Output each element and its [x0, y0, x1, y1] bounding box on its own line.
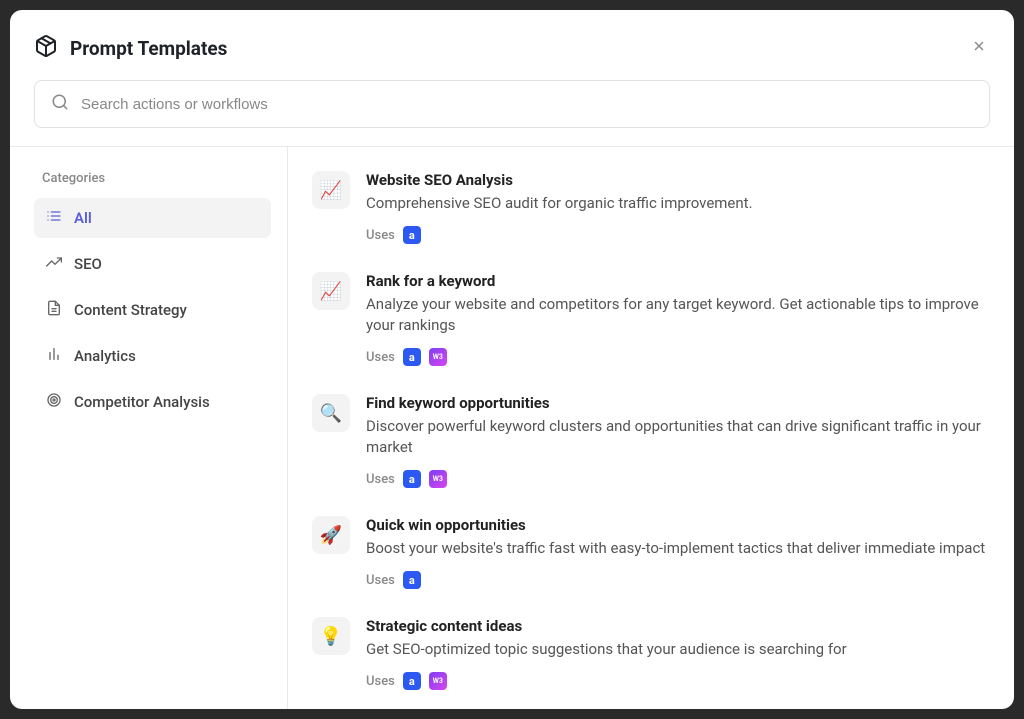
template-description: Get SEO-optimized topic suggestions that…: [366, 639, 990, 660]
template-icon: 🔍: [312, 394, 350, 432]
template-body: Website SEO Analysis Comprehensive SEO au…: [366, 171, 990, 244]
template-uses-row: Usesa: [366, 226, 990, 244]
template-description: Analyze your website and competitors for…: [366, 294, 990, 336]
package-icon: [34, 34, 58, 62]
sidebar-item-label: Competitor Analysis: [74, 393, 210, 411]
title-left: Prompt Templates: [34, 34, 227, 62]
target-icon: [46, 392, 62, 412]
search-icon: [51, 93, 69, 115]
tool-badge-w: W3: [429, 348, 447, 366]
template-body: Find keyword opportunities Discover power…: [366, 394, 990, 488]
sidebar-item-label: Analytics: [74, 347, 136, 365]
template-uses-row: Usesa W3: [366, 348, 990, 366]
sidebar-item-competitor-analysis[interactable]: Competitor Analysis: [34, 382, 271, 422]
bars-icon: [46, 346, 62, 366]
uses-label: Uses: [366, 228, 395, 243]
tool-badge-a: a: [403, 348, 421, 366]
trending-icon: [46, 254, 62, 274]
tool-badge-a: a: [403, 226, 421, 244]
tool-badge-w: W3: [429, 470, 447, 488]
modal-title: Prompt Templates: [70, 37, 227, 60]
tool-badge-w: W3: [429, 672, 447, 690]
prompt-templates-modal: Prompt Templates: [10, 10, 1014, 709]
sidebar-item-all[interactable]: All: [34, 198, 271, 238]
template-body: Rank for a keyword Analyze your website a…: [366, 272, 990, 366]
template-item[interactable]: 🚀 Quick win opportunities Boost your websi…: [312, 516, 990, 589]
template-item[interactable]: 📈 Website SEO Analysis Comprehensive SEO a…: [312, 171, 990, 244]
uses-label: Uses: [366, 350, 395, 365]
sidebar: Categories All SEO Content Strategy Analyti…: [10, 147, 288, 709]
template-title: Rank for a keyword: [366, 272, 990, 290]
template-body: Quick win opportunities Boost your websit…: [366, 516, 990, 589]
template-item[interactable]: 📈 Rank for a keyword Analyze your website …: [312, 272, 990, 366]
template-title: Quick win opportunities: [366, 516, 990, 534]
modal-header: Prompt Templates: [10, 10, 1014, 146]
tool-badge-a: a: [403, 571, 421, 589]
template-uses-row: Usesa: [366, 571, 990, 589]
sidebar-item-label: SEO: [74, 255, 102, 273]
tool-badge-a: a: [403, 672, 421, 690]
template-title: Strategic content ideas: [366, 617, 990, 635]
close-button[interactable]: [968, 35, 990, 61]
template-description: Comprehensive SEO audit for organic traf…: [366, 193, 990, 214]
templates-content: 📈 Website SEO Analysis Comprehensive SEO a…: [288, 147, 1014, 709]
template-item[interactable]: 💡 Strategic content ideas Get SEO-optimize…: [312, 617, 990, 690]
sidebar-item-label: Content Strategy: [74, 301, 187, 319]
document-icon: [46, 300, 62, 320]
template-item[interactable]: 🔍 Find keyword opportunities Discover powe…: [312, 394, 990, 488]
sidebar-item-content-strategy[interactable]: Content Strategy: [34, 290, 271, 330]
template-icon: 🚀: [312, 516, 350, 554]
template-description: Boost your website's traffic fast with e…: [366, 538, 990, 559]
template-title: Website SEO Analysis: [366, 171, 990, 189]
template-icon: 📈: [312, 272, 350, 310]
tool-badge-a: a: [403, 470, 421, 488]
sidebar-heading: Categories: [34, 171, 271, 186]
template-title: Find keyword opportunities: [366, 394, 990, 412]
sidebar-item-analytics[interactable]: Analytics: [34, 336, 271, 376]
sidebar-item-seo[interactable]: SEO: [34, 244, 271, 284]
template-icon: 💡: [312, 617, 350, 655]
uses-label: Uses: [366, 573, 395, 588]
list-icon: [46, 208, 62, 228]
categories-list: All SEO Content Strategy Analytics Competito…: [34, 198, 271, 422]
close-icon: [972, 40, 986, 57]
template-uses-row: Usesa W3: [366, 672, 990, 690]
template-icon: 📈: [312, 171, 350, 209]
template-uses-row: Usesa W3: [366, 470, 990, 488]
template-description: Discover powerful keyword clusters and o…: [366, 416, 990, 458]
title-row: Prompt Templates: [34, 34, 990, 62]
uses-label: Uses: [366, 472, 395, 487]
main-content: Categories All SEO Content Strategy Analyti…: [10, 147, 1014, 709]
search-container[interactable]: [34, 80, 990, 128]
templates-list: 📈 Website SEO Analysis Comprehensive SEO a…: [312, 171, 990, 709]
template-body: Strategic content ideas Get SEO-optimized…: [366, 617, 990, 690]
uses-label: Uses: [366, 674, 395, 689]
sidebar-item-label: All: [74, 209, 92, 227]
search-input[interactable]: [81, 96, 973, 113]
